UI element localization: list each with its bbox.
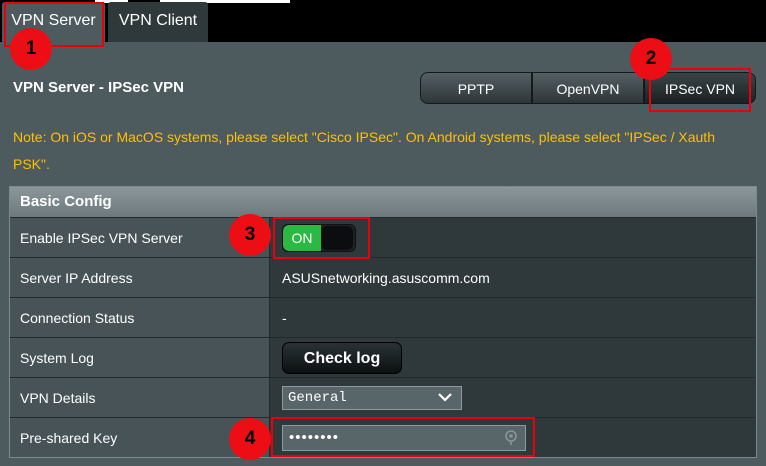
psk-value: •••••••• [270,418,756,457]
server-ip-value: ASUSnetworking.asuscomm.com [270,258,756,297]
table-row: Connection Status - [10,297,756,337]
connection-status-value: - [270,298,756,337]
table-row: VPN Details General [10,377,756,417]
table-row: Server IP Address ASUSnetworking.asuscom… [10,257,756,297]
vpn-details-value: General [270,378,756,417]
system-log-value: Check log [270,338,756,377]
pre-shared-key-input[interactable]: •••••••• [282,424,526,451]
table-row: Enable IPSec VPN Server ON [10,217,756,257]
basic-config-header: Basic Config [10,187,756,217]
annotation-badge: 4 [229,418,271,460]
chevron-down-icon [438,392,452,402]
server-ip-label: Server IP Address [10,258,270,297]
annotation-badge: 1 [10,28,52,70]
tab-vpn-client[interactable]: VPN Client [108,2,208,42]
table-row: System Log Check log [10,337,756,377]
note-text: Note: On iOS or MacOS systems, please se… [13,129,715,172]
connection-status-label: Connection Status [10,298,270,337]
toggle-knob [321,225,353,250]
vpn-details-selected: General [288,389,347,406]
vpn-details-label: VPN Details [10,378,270,417]
annotation-badge: 2 [630,38,672,80]
page-title: VPN Server - IPSec VPN [13,79,184,96]
psk-masked-value: •••••••• [289,428,340,446]
annotation-badge: 3 [229,214,271,256]
check-log-button[interactable]: Check log [282,341,402,374]
top-bar: VPN Server VPN Client [0,0,766,42]
basic-config-table: Basic Config Enable IPSec VPN Server ON … [9,186,757,458]
pptp-button[interactable]: PPTP [420,72,532,104]
openvpn-button[interactable]: OpenVPN [532,72,644,104]
toggle-on-label: ON [283,224,321,251]
main-panel: VPN Server - IPSec VPN PPTP OpenVPN IPSe… [0,42,766,466]
enable-ipsec-toggle[interactable]: ON [282,223,356,252]
system-log-label: System Log [10,338,270,377]
table-row: Pre-shared Key •••••••• [10,417,756,457]
vpn-details-select[interactable]: General [282,385,462,410]
enable-ipsec-value: ON [270,218,756,257]
key-icon[interactable] [503,429,519,446]
